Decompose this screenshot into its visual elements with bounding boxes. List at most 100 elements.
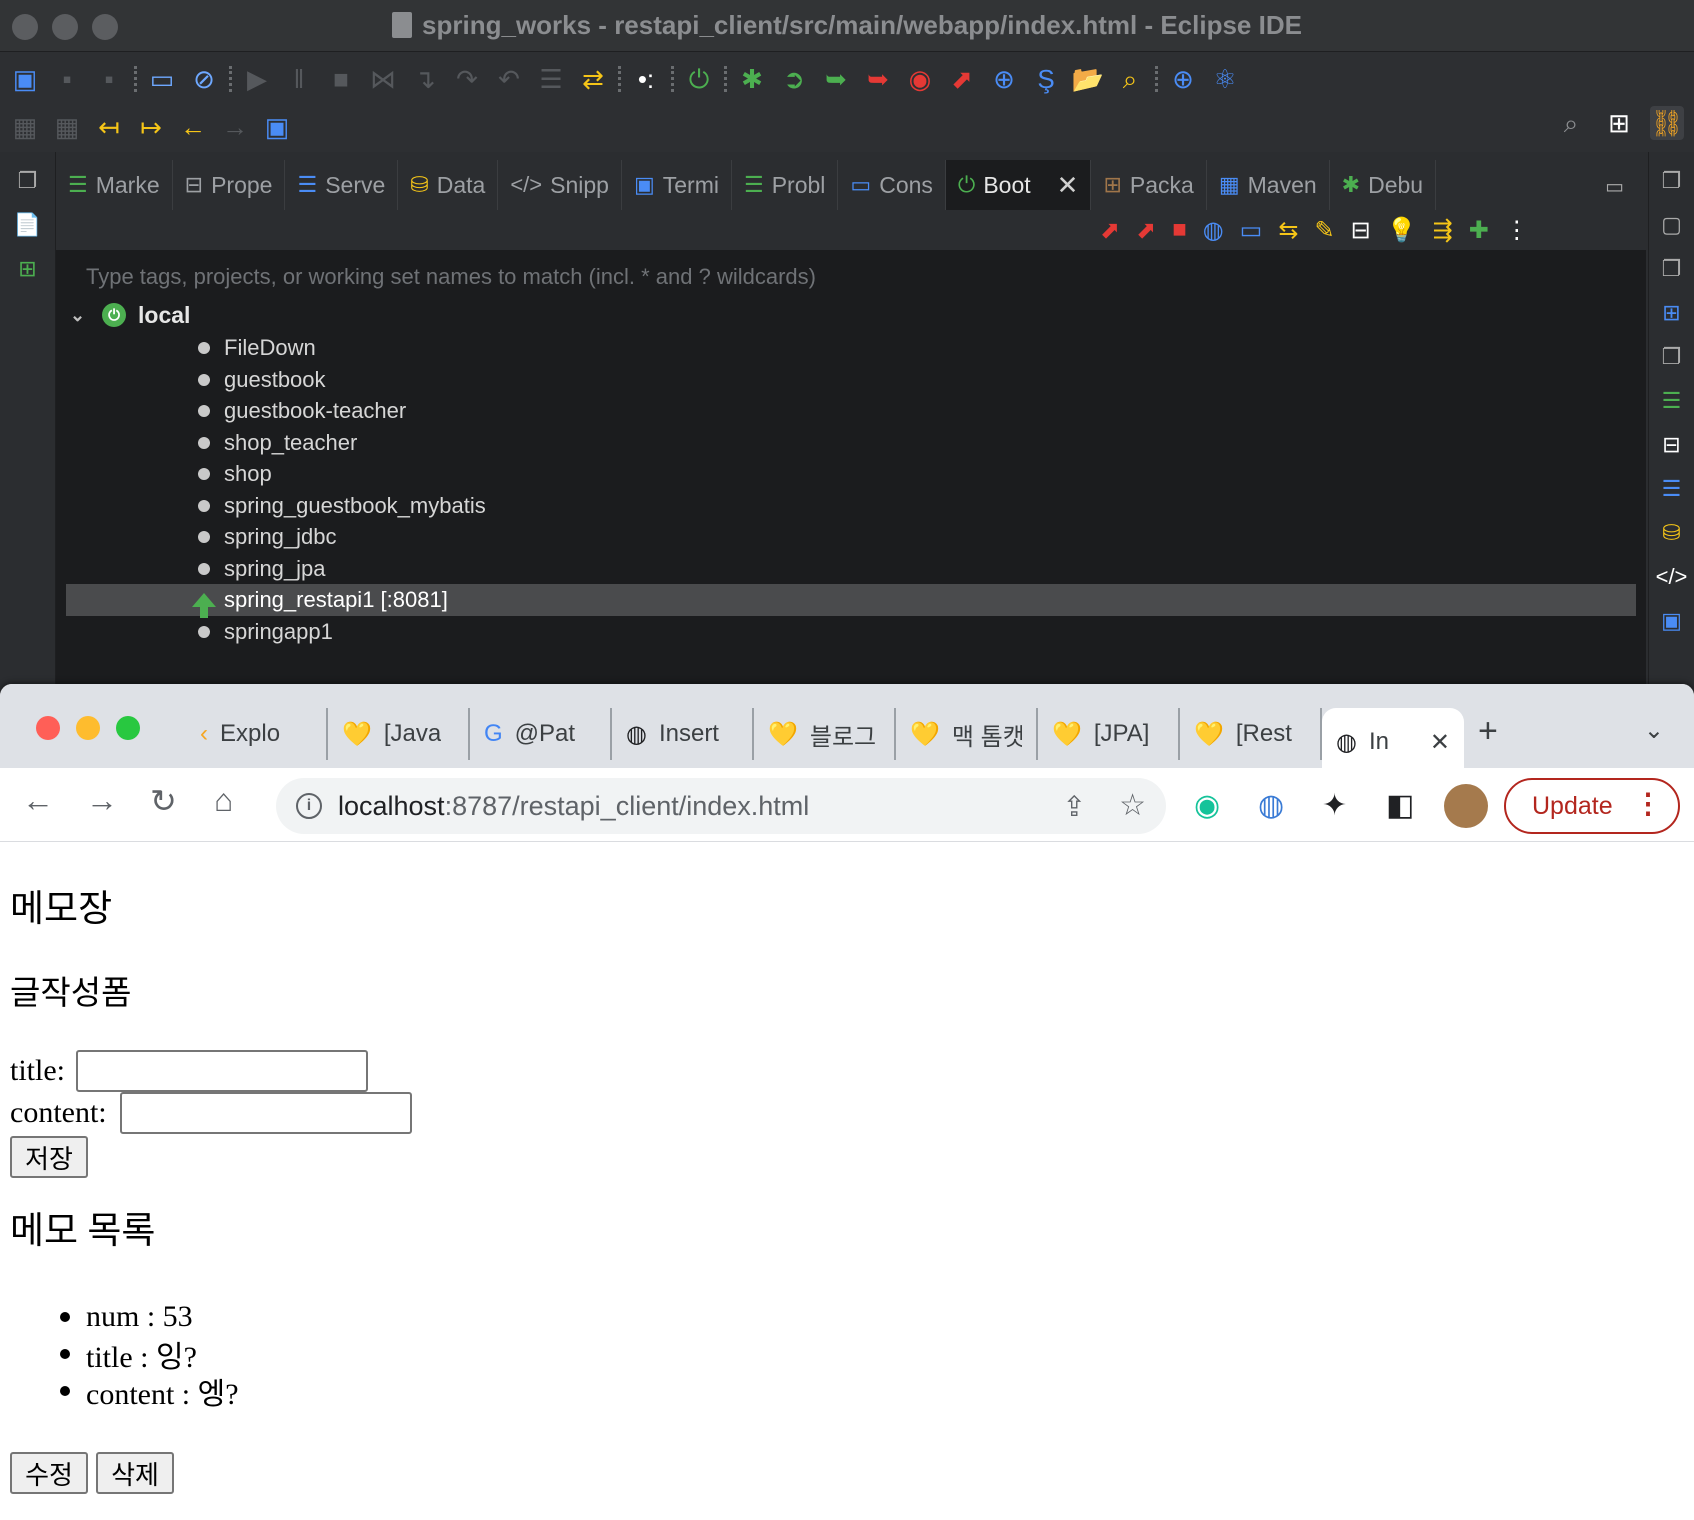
chevron-down-icon[interactable]: ⌄ bbox=[70, 305, 90, 326]
next-annotation-icon[interactable]: ↦ bbox=[134, 110, 168, 144]
properties-icon[interactable]: ⊟ bbox=[1657, 430, 1687, 460]
edit-icon[interactable]: ▦ bbox=[50, 110, 84, 144]
start-icon[interactable]: ⬈ bbox=[1100, 216, 1120, 245]
browser-tab[interactable]: 💛 [Rest bbox=[1180, 708, 1322, 760]
tab-snippets[interactable]: </> Snipp bbox=[498, 160, 622, 210]
tree-item[interactable]: shop bbox=[66, 458, 1636, 490]
tasks-icon[interactable]: ☰ bbox=[1657, 386, 1687, 416]
open-console-icon[interactable]: ▭ bbox=[1240, 216, 1263, 245]
close-window-button[interactable] bbox=[36, 716, 60, 740]
url-text[interactable]: localhost:8787/restapi_client/index.html bbox=[338, 791, 809, 822]
chevron-down-icon[interactable]: ⌄ bbox=[1644, 716, 1664, 745]
tree-item[interactable]: FileDown bbox=[66, 332, 1636, 364]
search-icon[interactable]: ⌕ bbox=[1113, 62, 1147, 96]
edit-button[interactable]: 수정 bbox=[10, 1452, 88, 1494]
servers-icon[interactable]: ☰ bbox=[1657, 474, 1687, 504]
save-button[interactable]: 저장 bbox=[10, 1136, 88, 1178]
content-input[interactable] bbox=[120, 1092, 412, 1134]
run-icon[interactable]: ➲ bbox=[777, 62, 811, 96]
tab-package-explorer[interactable]: ⊞ Packa bbox=[1091, 160, 1207, 210]
add-icon[interactable]: ✚ bbox=[1469, 216, 1489, 245]
maximize-icon[interactable]: ▢ bbox=[1657, 210, 1687, 240]
view-menu-icon[interactable]: ⋮ bbox=[1505, 216, 1529, 245]
stop-icon[interactable]: ■ bbox=[1172, 216, 1187, 244]
browser-tab[interactable]: ◍ Insert bbox=[612, 708, 754, 760]
tree-item[interactable]: spring_jpa bbox=[66, 553, 1636, 585]
table-view-icon[interactable]: ⊟ bbox=[1351, 216, 1371, 245]
tab-problems[interactable]: ☰ Probl bbox=[732, 160, 839, 210]
restore-icon[interactable]: ❐ bbox=[1657, 166, 1687, 196]
open-browser-icon[interactable]: ◍ bbox=[1203, 216, 1224, 245]
debug-icon[interactable]: ✱ bbox=[735, 62, 769, 96]
graph-icon[interactable]: ⚛ bbox=[1208, 62, 1242, 96]
save-icon[interactable]: ▪ bbox=[50, 62, 84, 96]
restore-icon[interactable]: ❐ bbox=[1657, 342, 1687, 372]
lightbulb-icon[interactable]: 💡 bbox=[1387, 216, 1417, 245]
tree-root-local[interactable]: ⌄ ⏻ local bbox=[70, 298, 190, 332]
zoom-window-button[interactable] bbox=[116, 716, 140, 740]
tab-boot-dashboard[interactable]: ⏻ Boot ✕ bbox=[945, 160, 1092, 210]
terminate-icon[interactable]: ■ bbox=[324, 62, 358, 96]
step-over-icon[interactable]: ↷ bbox=[450, 62, 484, 96]
tab-terminal[interactable]: ▣ Termi bbox=[622, 160, 732, 210]
tree-item[interactable]: spring_guestbook_mybatis bbox=[66, 490, 1636, 522]
tab-data-source[interactable]: ⛁ Data bbox=[398, 160, 499, 210]
edit-config-icon[interactable]: ✎ bbox=[1314, 216, 1334, 245]
run-coverage-icon[interactable]: ➥ bbox=[819, 62, 853, 96]
update-button[interactable]: Update ⋮ bbox=[1504, 778, 1680, 834]
browser-tab[interactable]: 💛 맥 톰캣 bbox=[896, 708, 1038, 760]
resume-icon[interactable]: ▶ bbox=[240, 62, 274, 96]
disconnect-icon[interactable]: ⋈ bbox=[366, 62, 400, 96]
tree-item[interactable]: springapp1 bbox=[66, 616, 1636, 648]
home-icon[interactable]: ⌂ bbox=[214, 782, 233, 819]
forward-icon[interactable]: → bbox=[86, 782, 118, 819]
tab-debug[interactable]: ✱ Debu bbox=[1330, 160, 1437, 210]
browser-tab[interactable]: ‹ Explo bbox=[186, 708, 328, 760]
drop-to-frame-icon[interactable]: ☰ bbox=[534, 62, 568, 96]
terminal-icon[interactable]: ▣ bbox=[1657, 606, 1687, 636]
browser-tab[interactable]: 💛 블로그 bbox=[754, 708, 896, 760]
step-return-icon[interactable]: ↶ bbox=[492, 62, 526, 96]
globe-extension-icon[interactable]: ◍ bbox=[1258, 788, 1284, 823]
refresh-icon[interactable]: ⇆ bbox=[1278, 216, 1298, 245]
new-tab-button[interactable]: + bbox=[1478, 712, 1498, 751]
new-web-service-icon[interactable]: ⊕ bbox=[987, 62, 1021, 96]
new-icon[interactable]: ▣ bbox=[8, 62, 42, 96]
skip-breakpoints-icon[interactable]: ⊘ bbox=[187, 62, 221, 96]
reload-icon[interactable]: ↻ bbox=[150, 782, 177, 820]
browser-tab[interactable]: 💛 [JPA] bbox=[1038, 708, 1180, 760]
last-edit-location-icon[interactable]: ↤ bbox=[92, 110, 126, 144]
monitor-icon[interactable]: ▭ bbox=[145, 62, 179, 96]
address-bar[interactable]: i localhost:8787/restapi_client/index.ht… bbox=[276, 778, 1166, 834]
browser-tab[interactable]: 💛 [Java bbox=[328, 708, 470, 760]
tab-properties[interactable]: ⊟ Prope bbox=[173, 160, 286, 210]
side-panel-icon[interactable]: ◧ bbox=[1386, 788, 1414, 823]
stop-icon[interactable]: ◉ bbox=[903, 62, 937, 96]
open-type-icon[interactable]: 📂 bbox=[1071, 62, 1105, 96]
live-hover-icon[interactable]: ⇶ bbox=[1433, 216, 1453, 245]
relaunch-icon[interactable]: ⬈ bbox=[945, 62, 979, 96]
share-icon[interactable]: ⇪ bbox=[1063, 790, 1086, 823]
tree-item[interactable]: guestbook bbox=[66, 364, 1636, 396]
restore-icon[interactable]: ❐ bbox=[1657, 254, 1687, 284]
run-last-icon[interactable]: •: bbox=[629, 62, 663, 96]
browser-tab-active[interactable]: ◍ In ✕ bbox=[1322, 708, 1464, 776]
annotation-icon[interactable]: ▦ bbox=[8, 110, 42, 144]
web-browser-icon[interactable]: ⊕ bbox=[1166, 62, 1200, 96]
info-icon[interactable]: i bbox=[296, 793, 322, 819]
project-explorer-icon[interactable]: 📄 bbox=[13, 210, 43, 240]
browser-tab[interactable]: G @Pat bbox=[470, 708, 612, 760]
save-all-icon[interactable]: ▪ bbox=[92, 62, 126, 96]
suspend-icon[interactable]: ‖ bbox=[282, 62, 316, 96]
tree-item[interactable]: spring_restapi1 [:8081] bbox=[66, 584, 1636, 618]
tab-maven[interactable]: ▦ Maven bbox=[1207, 160, 1330, 210]
search-icon[interactable]: ⌕ bbox=[1554, 106, 1588, 140]
tab-console[interactable]: ▭ Cons bbox=[838, 160, 946, 210]
java-ee-perspective-icon[interactable]: ⛓ bbox=[1650, 106, 1684, 140]
data-source-icon[interactable]: ⛁ bbox=[1657, 518, 1687, 548]
extensions-puzzle-icon[interactable]: ✦ bbox=[1322, 788, 1347, 823]
back-icon[interactable]: ← bbox=[176, 110, 210, 144]
tab-servers[interactable]: ☰ Serve bbox=[285, 160, 399, 210]
outline-icon[interactable]: ⊞ bbox=[1657, 298, 1687, 328]
filter-input[interactable]: Type tags, projects, or working set name… bbox=[86, 264, 816, 290]
